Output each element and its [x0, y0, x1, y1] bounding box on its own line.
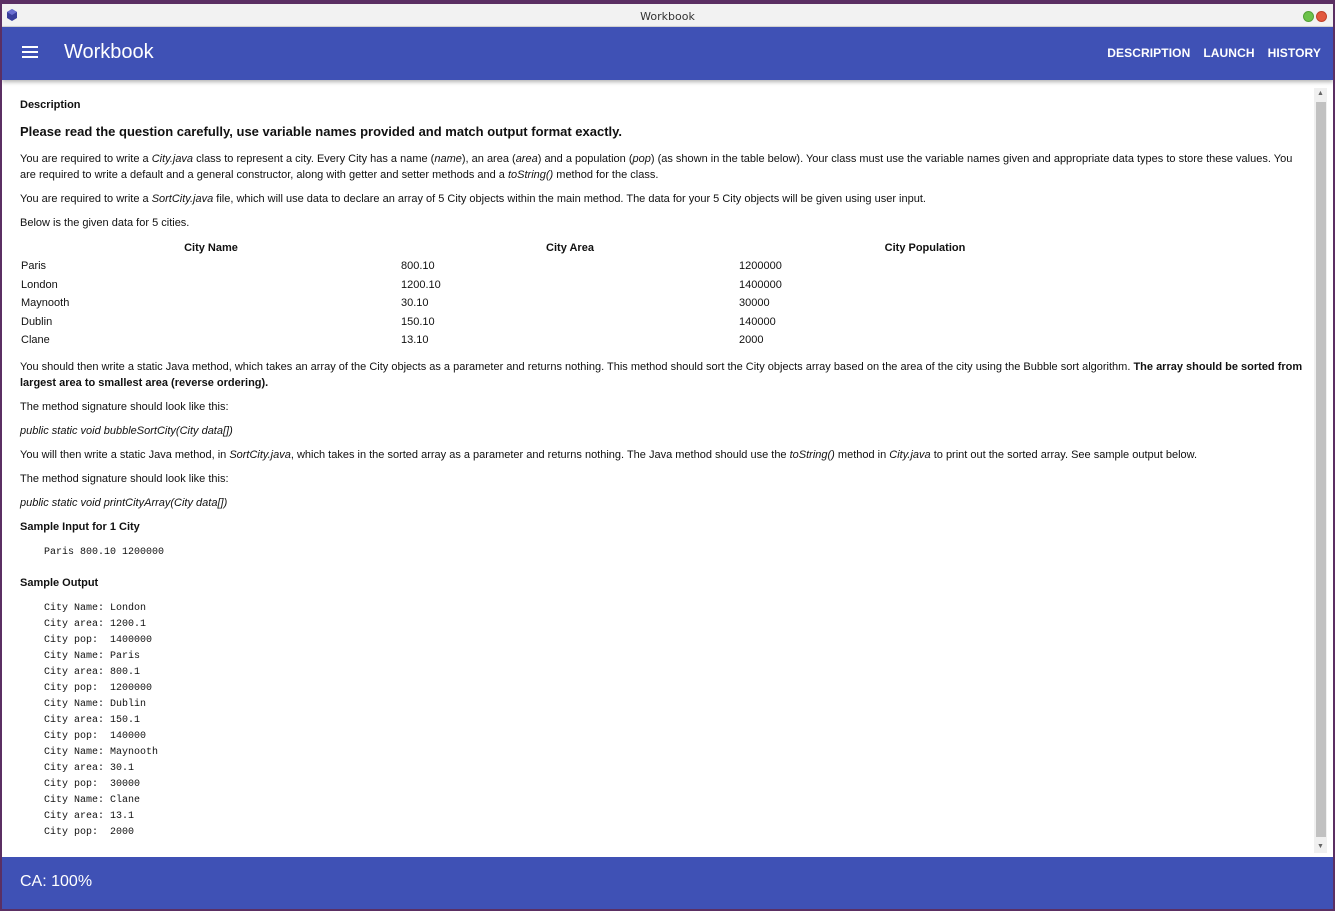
instructions-headline: Please read the question carefully, use …: [20, 124, 623, 139]
paragraph-signature-intro: The method signature should look like th…: [20, 400, 229, 413]
table-row: Clane 13.10 2000: [21, 331, 1111, 350]
window-titlebar[interactable]: Workbook: [2, 4, 1333, 27]
column-header-city-area: City Area: [546, 242, 594, 254]
cell-city-area: 150.10: [401, 315, 435, 328]
app-window: Workbook Workbook DESCRIPTION LAUNCH HIS…: [2, 4, 1333, 909]
scrollbar-thumb[interactable]: [1316, 102, 1326, 837]
sample-output-code: City Name: London City area: 1200.1 City…: [44, 602, 159, 838]
cell-city-name: Dublin: [21, 315, 53, 328]
cell-city-area: 30.10: [401, 297, 429, 310]
cell-city-name: London: [21, 278, 58, 291]
sample-input-label: Sample Input for 1 City: [20, 520, 140, 533]
column-header-city-population: City Population: [884, 242, 966, 254]
ca-score: CA: 100%: [20, 873, 93, 890]
cell-city-area: 13.10: [401, 334, 429, 347]
cell-city-population: 2000: [739, 334, 764, 347]
menu-icon[interactable]: [22, 46, 38, 60]
vertical-scrollbar[interactable]: ▲ ▼: [1314, 88, 1327, 853]
scroll-down-icon[interactable]: ▼: [1314, 841, 1327, 853]
method-signature-print-array: public static void printCityArray(City d…: [20, 496, 228, 509]
cell-city-population: 30000: [739, 297, 770, 310]
cell-city-name: Maynooth: [21, 297, 70, 310]
description-content: Description Please read the question car…: [2, 88, 1307, 858]
cell-city-population: 1200000: [739, 260, 782, 273]
app-title: Workbook: [64, 41, 154, 63]
nav-launch[interactable]: LAUNCH: [1203, 46, 1254, 60]
footer-bar: CA: 100%: [2, 857, 1333, 909]
section-label: Description: [20, 99, 81, 111]
cell-city-population: 140000: [739, 315, 776, 328]
cell-city-population: 1400000: [739, 278, 782, 291]
cities-table: City Name City Area City Population Pari…: [21, 239, 1111, 350]
paragraph-sortcity-file: You are required to write a SortCity.jav…: [20, 193, 926, 205]
paragraph-print-method: You will then write a static Java method…: [20, 448, 1198, 461]
close-button[interactable]: [1316, 11, 1327, 22]
maximize-button[interactable]: [1303, 11, 1314, 22]
paragraph-bubble-sort: You should then write a static Java meth…: [20, 360, 1303, 389]
app-bar: Workbook DESCRIPTION LAUNCH HISTORY: [2, 27, 1333, 80]
table-row: Maynooth 30.10 30000: [21, 294, 1111, 313]
column-header-city-name: City Name: [184, 242, 238, 254]
sample-output-label: Sample Output: [20, 576, 99, 589]
nav-history[interactable]: HISTORY: [1268, 46, 1321, 60]
table-row: Dublin 150.10 140000: [21, 313, 1111, 332]
table-row: Paris 800.10 1200000: [21, 257, 1111, 276]
table-row: London 1200.10 1400000: [21, 276, 1111, 295]
nav-description[interactable]: DESCRIPTION: [1107, 46, 1190, 60]
cell-city-name: Clane: [21, 334, 50, 347]
method-signature-bubble-sort: public static void bubbleSortCity(City d…: [20, 424, 233, 437]
sample-input-code: Paris 800.10 1200000: [44, 546, 165, 558]
cell-city-name: Paris: [21, 260, 47, 273]
paragraph-given-data: Below is the given data for 5 cities.: [20, 217, 190, 229]
paragraph-signature-intro-2: The method signature should look like th…: [20, 472, 229, 485]
window-title: Workbook: [640, 10, 695, 23]
cell-city-area: 800.10: [401, 260, 435, 273]
top-nav: DESCRIPTION LAUNCH HISTORY: [1107, 46, 1321, 60]
paragraph-city-class: You are required to write a City.java cl…: [20, 153, 1293, 181]
cell-city-area: 1200.10: [401, 278, 441, 291]
scroll-up-icon[interactable]: ▲: [1314, 88, 1327, 100]
